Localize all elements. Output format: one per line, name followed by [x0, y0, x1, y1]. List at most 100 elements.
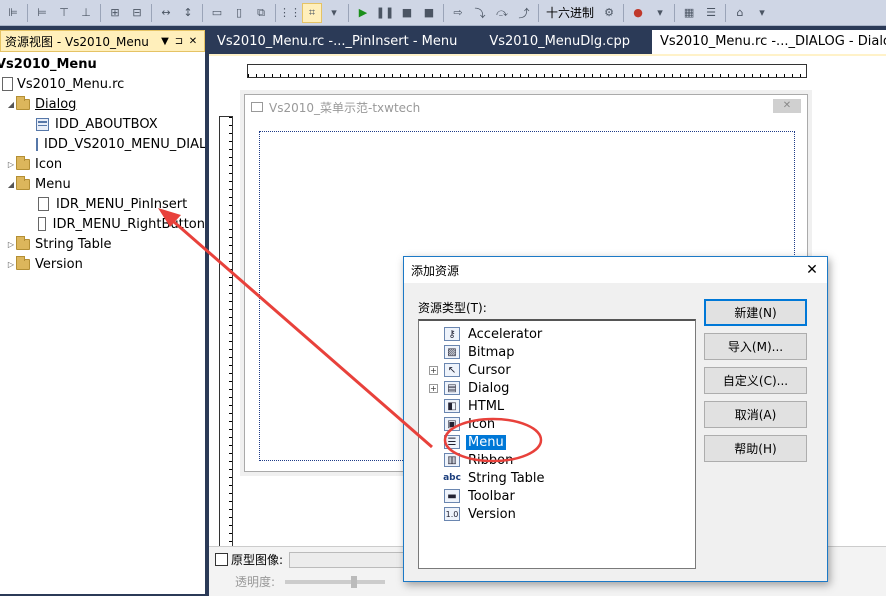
tab-menudlg-cpp[interactable]: Vs2010_MenuDlg.cpp: [481, 30, 638, 54]
bitmap-icon: ▨: [444, 345, 460, 359]
html-icon: ◧: [444, 399, 460, 413]
custom-button[interactable]: 自定义(C)...: [704, 367, 807, 394]
format-icon[interactable]: ⌂: [730, 3, 750, 23]
restart-icon[interactable]: ■: [419, 3, 439, 23]
resource-type-label: Accelerator: [468, 326, 543, 342]
align-bottom-icon[interactable]: ⊥: [76, 3, 96, 23]
collapse-arrow-icon[interactable]: ◢: [6, 100, 16, 109]
import-button[interactable]: 导入(M)...: [704, 333, 807, 360]
resource-tree: Vs2010_Menu Vs2010_Menu.rc ◢ Dialog IDD_…: [0, 52, 205, 274]
resource-type-item[interactable]: ☰ Menu: [419, 433, 506, 451]
toolbar-dropdown-icon[interactable]: ▾: [324, 3, 344, 23]
tree-root[interactable]: Vs2010_Menu: [0, 54, 205, 74]
tree-item-aboutbox[interactable]: IDD_ABOUTBOX: [0, 114, 205, 134]
toolbar-dropdown-icon[interactable]: ▾: [752, 3, 772, 23]
expand-icon[interactable]: +: [429, 383, 438, 393]
toggle-grid-icon[interactable]: ⋮⋮: [279, 3, 301, 23]
resource-type-item[interactable]: ◧ HTML: [419, 397, 506, 415]
tree-item-menu-rightbutton[interactable]: IDR_MENU_RightButton: [0, 214, 205, 234]
tree-folder-menu[interactable]: ◢ Menu: [0, 174, 205, 194]
toolbar-separator: [538, 3, 539, 22]
align-left-icon[interactable]: ⊫: [3, 3, 23, 23]
expand-arrow-icon[interactable]: ▷: [6, 240, 16, 249]
show-next-statement-icon[interactable]: ⇨: [448, 3, 468, 23]
accelerator-icon: ⚷: [444, 327, 460, 341]
tree-rc-file[interactable]: Vs2010_Menu.rc: [0, 74, 205, 94]
transparency-slider[interactable]: [285, 575, 386, 588]
horizontal-ruler[interactable]: [247, 64, 807, 78]
close-icon[interactable]: ✕: [797, 262, 827, 278]
cancel-button[interactable]: 取消(A): [704, 401, 807, 428]
table-icon[interactable]: ▦: [679, 3, 699, 23]
align-top-icon[interactable]: ⊤: [54, 3, 74, 23]
menu-icon: ☰: [444, 435, 460, 449]
tree-item-main-dialog[interactable]: IDD_VS2010_MENU_DIALOG: [0, 134, 205, 154]
test-dialog-icon[interactable]: ▶: [353, 3, 373, 23]
prototype-checkbox[interactable]: [215, 553, 228, 566]
resource-type-item[interactable]: ▨ Bitmap: [419, 343, 517, 361]
panel-dropdown-icon[interactable]: ▼: [158, 36, 172, 47]
design-close-icon: ✕: [773, 99, 801, 113]
folder-label: Menu: [35, 176, 71, 192]
resource-type-label: HTML: [468, 398, 505, 414]
hex-display-button[interactable]: 十六进制: [542, 4, 598, 21]
tree-folder-string-table[interactable]: ▷ String Table: [0, 234, 205, 254]
resource-type-item[interactable]: 1.0 Version: [419, 505, 518, 523]
tab-dialog-editor[interactable]: Vs2010_Menu.rc -..._DIALOG - Dialog ✕: [651, 30, 886, 54]
pause-icon[interactable]: ❚❚: [375, 3, 395, 23]
stop-icon[interactable]: ■: [397, 3, 417, 23]
step-over-icon[interactable]: ⤼: [492, 3, 512, 23]
tree-folder-icon[interactable]: ▷ Icon: [0, 154, 205, 174]
resource-type-item[interactable]: ⚷ Accelerator: [419, 325, 544, 343]
transparency-row: 透明度:: [235, 573, 386, 590]
tree-item-menu-pininsert[interactable]: IDR_MENU_PinInsert: [0, 194, 205, 214]
panel-close-icon[interactable]: ✕: [186, 36, 200, 47]
resource-view-title: 资源视图 - Vs2010_Menu: [5, 34, 149, 49]
expand-icon[interactable]: +: [429, 365, 438, 375]
resource-type-label: Dialog: [468, 380, 510, 396]
resource-type-label: Cursor: [468, 362, 511, 378]
resource-type-label: String Table: [468, 470, 545, 486]
step-into-icon[interactable]: ⤵: [470, 3, 490, 23]
expand-arrow-icon[interactable]: ▷: [6, 260, 16, 269]
resource-type-item[interactable]: ▬ Toolbar: [419, 487, 517, 505]
string-table-icon: abc: [443, 473, 461, 483]
resource-type-item[interactable]: + ▤ Dialog: [419, 379, 511, 397]
resource-type-item[interactable]: abc String Table: [419, 469, 547, 487]
collapse-arrow-icon[interactable]: ◢: [6, 180, 16, 189]
toggle-guides-icon[interactable]: ⌗: [302, 2, 322, 23]
align-right-icon[interactable]: ⊨: [32, 3, 52, 23]
same-width-icon[interactable]: ▭: [207, 3, 227, 23]
same-height-icon[interactable]: ▯: [229, 3, 249, 23]
vertical-ruler[interactable]: [219, 116, 233, 556]
dialog-icon: ▤: [444, 381, 460, 395]
tree-folder-dialog[interactable]: ◢ Dialog: [0, 94, 205, 114]
folder-label: String Table: [35, 236, 112, 252]
tab-menu-pininsert[interactable]: Vs2010_Menu.rc -..._PinInsert - Menu: [209, 30, 465, 54]
step-out-icon[interactable]: ⤴: [514, 3, 534, 23]
breakpoint-settings-icon[interactable]: ⚙: [599, 3, 619, 23]
list-icon[interactable]: ☰: [701, 3, 721, 23]
dialog-resource-icon: [36, 117, 49, 131]
expand-arrow-icon[interactable]: ▷: [6, 160, 16, 169]
resource-type-item[interactable]: + ↖ Cursor: [419, 361, 513, 379]
center-vertical-icon[interactable]: ⊞: [105, 3, 125, 23]
resource-type-list[interactable]: ⚷ Accelerator ▨ Bitmap + ↖ Cursor + ▤ Dialog ◧ HTML…: [418, 319, 696, 569]
main-toolbar: ⊫ ⊨ ⊤ ⊥ ⊞ ⊟ ↔ ↕ ▭ ▯ ⧉ ⋮⋮ ⌗ ▾ ▶ ❚❚ ■ ■ ⇨ …: [0, 0, 886, 26]
pin-icon[interactable]: ⊐: [172, 36, 186, 47]
resource-type-item[interactable]: ▣ Icon: [419, 415, 497, 433]
breakpoint-icon[interactable]: ●: [628, 3, 648, 23]
resource-view-panel: 资源视图 - Vs2010_Menu ▼ ⊐ ✕ Vs2010_Menu Vs2…: [0, 30, 205, 594]
folder-label: Icon: [35, 156, 63, 172]
slider-thumb[interactable]: [351, 575, 358, 588]
toolbar-separator: [623, 3, 625, 22]
new-button[interactable]: 新建(N): [704, 299, 807, 326]
help-button[interactable]: 帮助(H): [704, 435, 807, 462]
resource-type-item[interactable]: ▥ Ribbon: [419, 451, 515, 469]
space-across-icon[interactable]: ↔: [156, 3, 176, 23]
center-horizontal-icon[interactable]: ⊟: [127, 3, 147, 23]
toolbar-dropdown-icon[interactable]: ▾: [650, 3, 670, 23]
space-down-icon[interactable]: ↕: [178, 3, 198, 23]
tree-folder-version[interactable]: ▷ Version: [0, 254, 205, 274]
same-size-icon[interactable]: ⧉: [251, 3, 271, 23]
